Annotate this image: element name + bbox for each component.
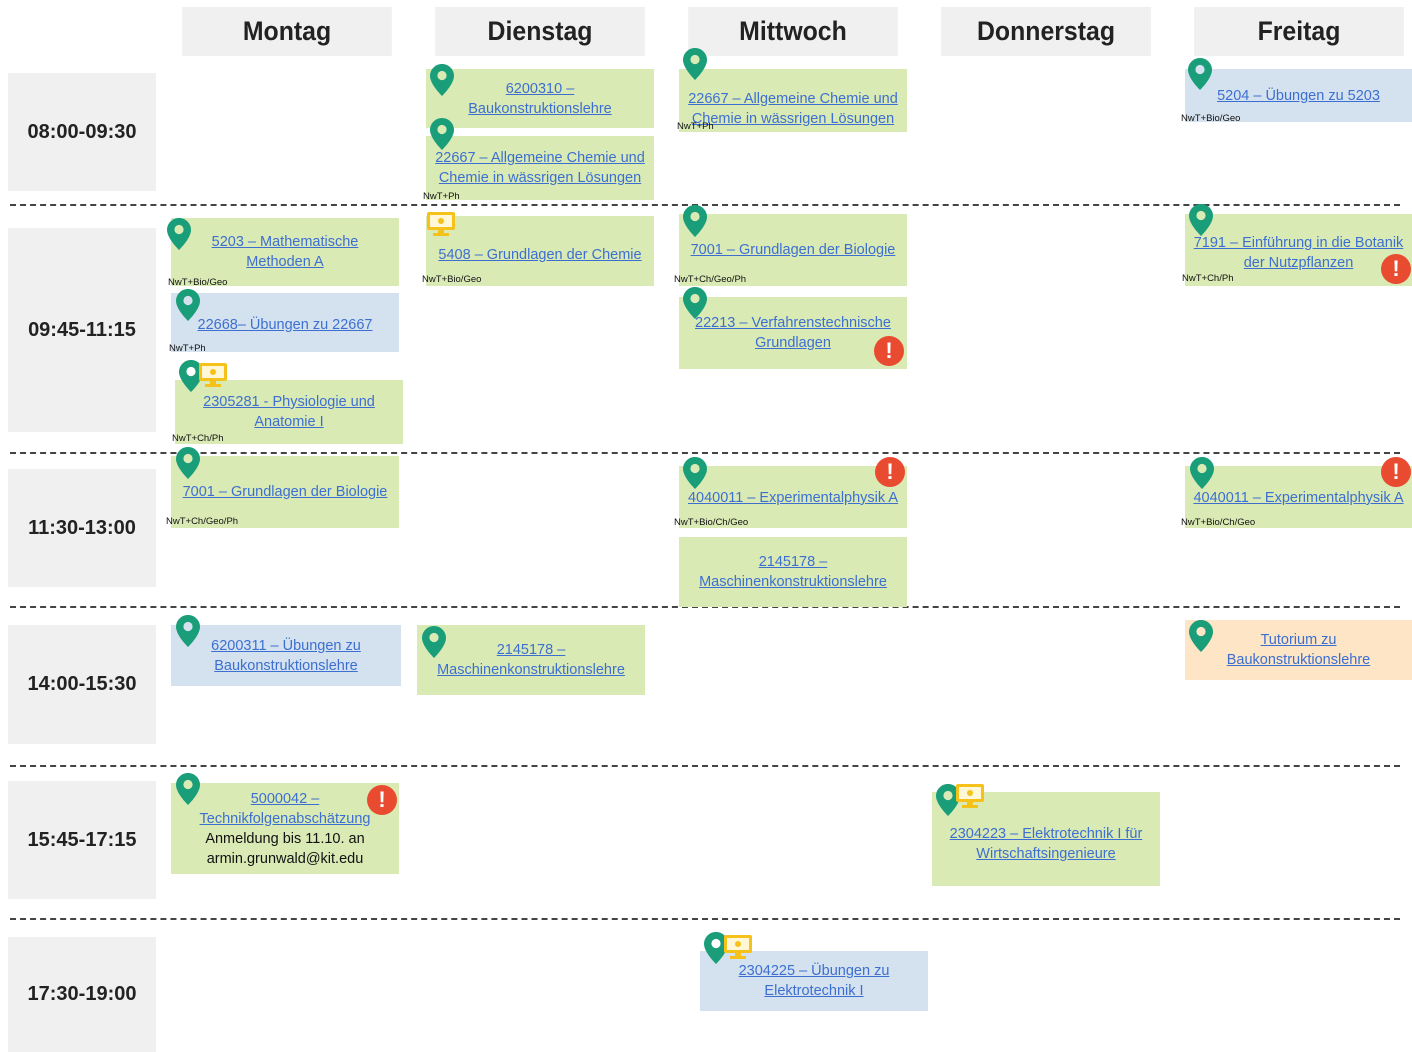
day-header-freitag: Freitag: [1194, 7, 1404, 56]
row-separator: [10, 918, 1400, 920]
program-tag: NwT+Bio/Ch/Geo: [674, 517, 749, 528]
map-pin-icon[interactable]: [683, 205, 707, 237]
map-pin-icon[interactable]: [176, 447, 200, 479]
course-link[interactable]: 7191 – Einführung in die Botanik der Nut…: [1189, 233, 1408, 273]
registration-note: Anmeldung bis 11.10. an armin.grunwald@k…: [205, 830, 365, 867]
course-link[interactable]: 6200311 – Übungen zu Baukonstruktionsleh…: [175, 636, 397, 676]
course-link[interactable]: 4040011 – Experimentalphysik A: [688, 488, 898, 508]
day-header-mittwoch: Mittwoch: [688, 7, 898, 56]
warning-icon: !: [874, 336, 904, 366]
program-tag: NwT+Ch/Geo/Ph: [674, 274, 747, 285]
program-tag: NwT+Bio/Ch/Geo: [1181, 517, 1256, 528]
online-screen-icon: [724, 935, 752, 959]
map-pin-icon[interactable]: [683, 48, 707, 80]
course-link[interactable]: 5203 – Mathematische Methoden A: [175, 232, 395, 272]
map-pin-icon[interactable]: [1189, 204, 1213, 236]
course-card[interactable]: 2304225 – Übungen zu Elektrotechnik I: [700, 951, 928, 1011]
map-pin-icon[interactable]: [1188, 58, 1212, 90]
course-link[interactable]: 2304223 – Elektrotechnik I für Wirtschaf…: [936, 824, 1156, 864]
course-card[interactable]: 5203 – Mathematische Methoden A: [171, 218, 399, 286]
map-pin-icon[interactable]: [422, 626, 446, 658]
map-pin-icon[interactable]: [1189, 620, 1213, 652]
day-header-montag: Montag: [182, 7, 392, 56]
time-slot-1: 08:00-09:30: [8, 73, 156, 191]
program-tag: NwT+Bio/Geo: [1181, 113, 1241, 124]
day-header-dienstag: Dienstag: [435, 7, 645, 56]
warning-icon: !: [1381, 254, 1411, 284]
map-pin-icon[interactable]: [430, 118, 454, 150]
program-tag: NwT+Ph: [677, 121, 714, 132]
course-card[interactable]: 6200310 – Baukonstruktionslehre: [426, 69, 654, 128]
warning-icon: !: [875, 457, 905, 487]
course-link[interactable]: 5204 – Übungen zu 5203: [1217, 86, 1380, 106]
course-link[interactable]: Tutorium zu Baukonstruktionslehre: [1189, 630, 1408, 670]
map-pin-icon[interactable]: [430, 64, 454, 96]
course-link[interactable]: 7001 – Grundlagen der Biologie: [691, 240, 896, 260]
course-link[interactable]: 22213 – Verfahrenstechnische Grundlagen: [683, 313, 903, 353]
course-link[interactable]: 22667 – Allgemeine Chemie und Chemie in …: [683, 89, 903, 129]
row-separator: [10, 765, 1400, 767]
course-link[interactable]: 2304225 – Übungen zu Elektrotechnik I: [704, 961, 924, 1001]
program-tag: NwT+Ch/Ph: [172, 433, 224, 444]
online-screen-icon: [956, 784, 984, 808]
map-pin-icon[interactable]: [176, 289, 200, 321]
course-link[interactable]: 2145178 – Maschinenkonstruktionslehre: [421, 640, 641, 680]
course-card[interactable]: 2145178 – Maschinenkonstruktionslehre: [417, 625, 645, 695]
online-screen-icon: [199, 363, 227, 387]
course-card[interactable]: 22667 – Allgemeine Chemie und Chemie in …: [426, 136, 654, 200]
course-link[interactable]: 6200310 – Baukonstruktionslehre: [428, 79, 651, 119]
course-card[interactable]: 6200311 – Übungen zu Baukonstruktionsleh…: [171, 625, 401, 686]
course-link[interactable]: 5408 – Grundlagen der Chemie: [438, 245, 641, 265]
course-link[interactable]: 22668– Übungen zu 22667: [198, 315, 373, 335]
program-tag: NwT+Ch/Geo/Ph: [166, 516, 239, 527]
map-pin-icon[interactable]: [176, 615, 200, 647]
course-link[interactable]: 5000042 – Technikfolgenabschätzung: [175, 789, 395, 829]
course-link[interactable]: 7001 – Grundlagen der Biologie: [183, 482, 388, 502]
warning-icon: !: [367, 785, 397, 815]
map-pin-icon[interactable]: [683, 287, 707, 319]
course-card[interactable]: 2145178 – Maschinenkonstruktionslehre: [679, 537, 907, 607]
course-link[interactable]: 2305281 - Physiologie und Anatomie I: [179, 392, 399, 432]
row-separator: [10, 452, 1400, 454]
time-slot-4: 14:00-15:30: [8, 625, 156, 744]
time-slot-3: 11:30-13:00: [8, 469, 156, 587]
course-card[interactable]: Tutorium zu Baukonstruktionslehre: [1185, 620, 1412, 680]
time-slot-6: 17:30-19:00: [8, 937, 156, 1052]
program-tag: NwT+Bio/Geo: [422, 274, 482, 285]
course-card[interactable]: 22213 – Verfahrenstechnische Grundlagen: [679, 297, 907, 369]
program-tag: NwT+Ch/Ph: [1182, 273, 1234, 284]
program-tag: NwT+Bio/Geo: [168, 277, 228, 288]
time-slot-2: 09:45-11:15: [8, 228, 156, 432]
online-screen-icon: [427, 212, 455, 236]
program-tag: NwT+Ph: [423, 191, 460, 202]
course-card[interactable]: 5000042 – Technikfolgenabschätzung Anmel…: [171, 783, 399, 874]
map-pin-icon[interactable]: [167, 218, 191, 250]
map-pin-icon[interactable]: [1190, 457, 1214, 489]
course-link[interactable]: 2145178 – Maschinenkonstruktionslehre: [683, 552, 903, 592]
map-pin-icon[interactable]: [176, 773, 200, 805]
map-pin-icon[interactable]: [683, 457, 707, 489]
warning-icon: !: [1381, 457, 1411, 487]
day-header-donnerstag: Donnerstag: [941, 7, 1151, 56]
program-tag: NwT+Ph: [169, 343, 206, 354]
course-link[interactable]: 4040011 – Experimentalphysik A: [1193, 488, 1403, 508]
time-slot-5: 15:45-17:15: [8, 781, 156, 899]
course-link[interactable]: 22667 – Allgemeine Chemie und Chemie in …: [430, 148, 650, 188]
